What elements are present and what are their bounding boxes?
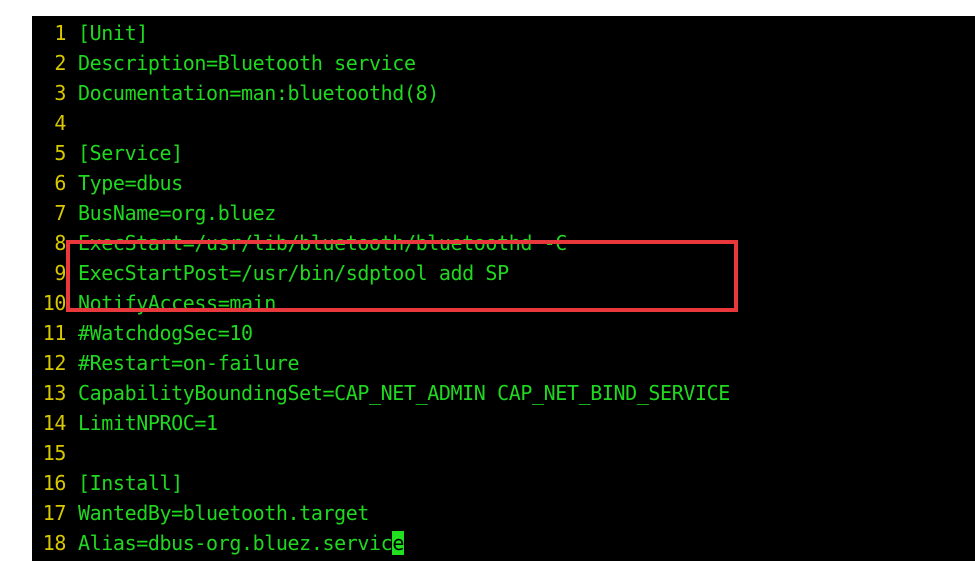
line-text: WantedBy=bluetooth.target (78, 501, 370, 525)
editor-line: 11 #WatchdogSec=10 (32, 318, 730, 348)
editor-line: 13 CapabilityBoundingSet=CAP_NET_ADMIN CA… (32, 378, 731, 408)
editor-line: 7 BusName=org.bluez (32, 198, 730, 228)
line-text: LimitNPROC=1 (78, 411, 218, 435)
line-text: #WatchdogSec=10 (78, 321, 253, 345)
line-number: 9 (54, 261, 66, 285)
line-text: CapabilityBoundingSet=CAP_NET_ADMIN CAP_… (78, 381, 730, 405)
line-number: 7 (54, 201, 66, 225)
line-number: 10 (42, 291, 67, 315)
line-number: 15 (42, 441, 67, 465)
line-text: [Install] (78, 471, 183, 495)
line-number: 18 (42, 531, 67, 555)
line-number: 12 (42, 351, 67, 375)
line-text: Type=dbus (78, 171, 183, 195)
line-number: 8 (54, 231, 66, 255)
line-number: 14 (42, 411, 67, 435)
editor-line: 6 Type=dbus (32, 168, 730, 198)
line-number: 5 (54, 141, 66, 165)
editor-line: 10 NotifyAccess=main (32, 288, 730, 318)
line-text: Alias=dbus-org.bluez.servic (78, 531, 393, 555)
line-text: #Restart=on-failure (78, 351, 300, 375)
editor-line: 3 Documentation=man:bluetoothd(8) (32, 78, 730, 108)
line-number: 16 (42, 471, 67, 495)
editor-line: 14 LimitNPROC=1 (32, 408, 730, 438)
editor-line: 18 Alias=dbus-org.bluez.service (32, 528, 730, 558)
editor-lines: 1 [Unit] 2 Description=Bluetooth service 3… (32, 18, 730, 558)
editor-line: 5 [Service] (32, 138, 730, 168)
line-number: 17 (42, 501, 67, 525)
line-number: 2 (54, 51, 66, 75)
editor-line: 17 WantedBy=bluetooth.target (32, 498, 730, 528)
text-cursor[interactable]: e (392, 531, 404, 555)
line-number: 4 (54, 111, 66, 135)
editor-line: 16 [Install] (32, 468, 730, 498)
line-number: 13 (42, 381, 67, 405)
line-number: 1 (54, 21, 66, 45)
line-number: 6 (54, 171, 66, 195)
editor-line: 1 [Unit] (32, 18, 730, 48)
editor-line: 12 #Restart=on-failure (32, 348, 730, 378)
line-text: BusName=org.bluez (78, 201, 276, 225)
line-text: NotifyAccess=main (78, 291, 276, 315)
line-number: 11 (42, 321, 67, 345)
editor-line: 4 (32, 108, 730, 138)
line-text: [Unit] (78, 21, 148, 45)
line-text: Documentation=man:bluetoothd(8) (78, 81, 439, 105)
line-text-with-cursor: Alias=dbus-org.bluez.service (78, 528, 404, 558)
editor-line: 2 Description=Bluetooth service (32, 48, 730, 78)
line-text: [Service] (78, 141, 183, 165)
line-text: Description=Bluetooth service (78, 51, 416, 75)
editor-line: 8 ExecStart=/usr/lib/bluetooth/bluetoothd… (32, 228, 730, 258)
editor-line: 15 (32, 438, 730, 468)
editor-line: 9 ExecStartPost=/usr/bin/sdptool add SP (32, 258, 730, 288)
line-number: 3 (54, 81, 66, 105)
line-text: ExecStart=/usr/lib/bluetooth/bluetoothd … (78, 231, 567, 255)
line-text: ExecStartPost=/usr/bin/sdptool add SP (78, 261, 509, 285)
terminal-window[interactable]: 1 [Unit] 2 Description=Bluetooth service 3… (32, 16, 975, 561)
